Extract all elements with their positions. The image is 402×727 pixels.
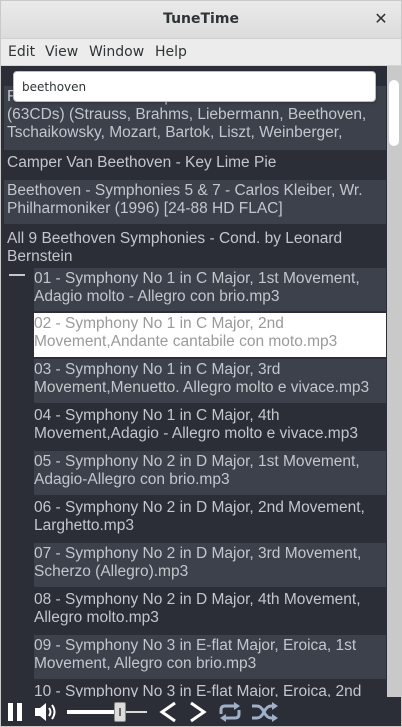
track-title: 03 - Symphony No 1 in C Major, 3rd Movem… (34, 361, 370, 396)
volume-icon[interactable] (34, 701, 60, 723)
pause-icon[interactable] (7, 703, 23, 721)
title-bar: TuneTime ✕ (1, 1, 401, 39)
app-window: TuneTime ✕ Edit View Window Help Fritz R… (0, 0, 402, 727)
track-row[interactable]: 09 - Symphony No 3 in E-flat Major, Eroi… (34, 635, 386, 679)
menu-view[interactable]: View (45, 44, 78, 60)
menu-help[interactable]: Help (155, 44, 187, 60)
track-title: 04 - Symphony No 1 in C Major, 4th Movem… (34, 407, 358, 442)
menu-window[interactable]: Window (89, 44, 144, 60)
vertical-scrollbar[interactable] (387, 66, 401, 697)
track-row[interactable]: 10 - Symphony No 3 in E-flat Major, Eroi… (34, 681, 386, 697)
track-title: 10 - Symphony No 3 in E-flat Major, Eroi… (34, 683, 362, 697)
track-row[interactable]: 07 - Symphony No 2 in D Major, 3rd Movem… (34, 543, 386, 587)
volume-slider-handle[interactable] (113, 702, 126, 722)
album-row[interactable]: All 9 Beethoven Symphonies - Cond. by Le… (4, 228, 386, 268)
menu-bar: Edit View Window Help (1, 39, 401, 66)
track-row[interactable]: 03 - Symphony No 1 in C Major, 3rd Movem… (34, 359, 386, 403)
track-title: 08 - Symphony No 2 in D Major, 4th Movem… (34, 591, 361, 626)
track-row[interactable]: 05 - Symphony No 2 in D Major, 1st Movem… (34, 451, 386, 495)
close-icon[interactable]: ✕ (373, 9, 389, 29)
collapse-icon[interactable] (9, 274, 25, 276)
next-icon[interactable] (187, 701, 209, 723)
playback-controls (1, 697, 401, 726)
album-title: All 9 Beethoven Symphonies - Cond. by Le… (7, 230, 343, 265)
search-input[interactable] (22, 78, 367, 96)
track-row[interactable]: 01 - Symphony No 1 in C Major, 1st Movem… (34, 268, 386, 311)
repeat-icon[interactable] (217, 702, 243, 722)
album-row[interactable]: Beethoven - Symphonies 5 & 7 - Carlos Kl… (4, 180, 386, 224)
album-row[interactable]: Camper Van Beethoven - Key Lime Pie (4, 152, 386, 176)
previous-icon[interactable] (157, 701, 179, 723)
search-field[interactable] (13, 71, 376, 102)
track-title: 01 - Symphony No 1 in C Major, 1st Movem… (34, 270, 360, 305)
track-row[interactable]: 08 - Symphony No 2 in D Major, 4th Movem… (34, 589, 386, 633)
track-row[interactable]: 04 - Symphony No 1 in C Major, 4th Movem… (34, 405, 386, 449)
track-title: 05 - Symphony No 2 in D Major, 1st Movem… (34, 453, 360, 488)
album-title: Beethoven - Symphonies 5 & 7 - Carlos Kl… (7, 182, 363, 217)
shuffle-icon[interactable] (251, 701, 279, 723)
volume-slider-fill (67, 710, 120, 714)
track-row[interactable]: 06 - Symphony No 2 in D Major, 2nd Movem… (34, 497, 386, 541)
scrollbar-thumb[interactable] (389, 80, 399, 146)
album-title: Camper Van Beethoven - Key Lime Pie (7, 154, 277, 171)
track-row-selected[interactable]: 02 - Symphony No 1 in C Major, 2nd Movem… (34, 313, 386, 357)
track-title: 02 - Symphony No 1 in C Major, 2nd Movem… (34, 315, 338, 350)
library-list: Fritz Reiner - The Complete RCA Album Co… (1, 66, 401, 697)
menu-edit[interactable]: Edit (8, 44, 35, 60)
track-title: 06 - Symphony No 2 in D Major, 2nd Movem… (34, 499, 365, 534)
track-title: 09 - Symphony No 3 in E-flat Major, Eroi… (34, 637, 357, 672)
window-title: TuneTime (163, 11, 239, 27)
track-title: 07 - Symphony No 2 in D Major, 3rd Movem… (34, 545, 362, 580)
